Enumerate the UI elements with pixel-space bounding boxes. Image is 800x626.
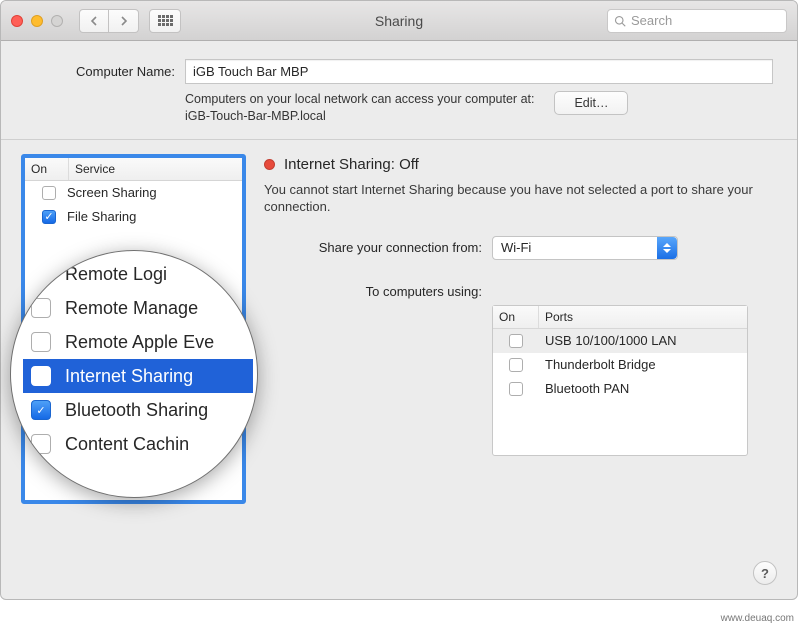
service-label: Internet Sharing bbox=[65, 366, 193, 387]
service-label: Remote Manage bbox=[65, 298, 198, 319]
service-checkbox[interactable] bbox=[31, 332, 51, 352]
services-table-header: On Service bbox=[25, 158, 242, 181]
search-icon bbox=[614, 15, 626, 27]
services-header-on: On bbox=[25, 158, 69, 180]
chevron-right-icon bbox=[120, 16, 128, 26]
port-label: Thunderbolt Bridge bbox=[539, 353, 747, 376]
share-from-value: Wi-Fi bbox=[501, 240, 531, 255]
magnifier-overlay: Remote Logi Remote Manage Remote Apple E… bbox=[10, 250, 258, 498]
computer-name-help: Computers on your local network can acce… bbox=[185, 91, 534, 125]
service-checkbox[interactable] bbox=[31, 434, 51, 454]
edit-button[interactable]: Edit… bbox=[554, 91, 628, 115]
search-input[interactable]: Search bbox=[607, 9, 787, 33]
service-checkbox[interactable] bbox=[31, 366, 51, 386]
computer-name-label: Computer Name: bbox=[25, 64, 175, 79]
window-titlebar: Sharing Search bbox=[1, 1, 797, 41]
window-controls bbox=[11, 15, 63, 27]
list-item[interactable]: Remote Apple Eve bbox=[23, 325, 253, 359]
computer-name-field[interactable]: iGB Touch Bar MBP bbox=[185, 59, 773, 84]
port-label: USB 10/100/1000 LAN bbox=[539, 329, 747, 352]
port-row[interactable]: Bluetooth PAN bbox=[493, 377, 747, 401]
watermark: www.deuaq.com bbox=[721, 613, 794, 624]
service-detail: Internet Sharing: Off You cannot start I… bbox=[264, 154, 777, 560]
grid-icon bbox=[158, 15, 173, 26]
list-item[interactable]: Content Cachin bbox=[23, 427, 253, 461]
computer-name-value: iGB Touch Bar MBP bbox=[193, 64, 308, 79]
list-item[interactable]: Remote Logi bbox=[23, 257, 253, 291]
service-row[interactable]: ✓ File Sharing bbox=[25, 205, 242, 229]
service-label: Bluetooth Sharing bbox=[65, 400, 208, 421]
service-checkbox[interactable]: ✓ bbox=[31, 400, 51, 420]
ports-header-ports: Ports bbox=[539, 306, 747, 328]
service-row[interactable]: Screen Sharing bbox=[25, 181, 242, 205]
back-button[interactable] bbox=[79, 9, 109, 33]
services-header-service: Service bbox=[69, 158, 242, 180]
search-placeholder: Search bbox=[631, 13, 672, 28]
chevron-left-icon bbox=[90, 16, 98, 26]
zoom-window-button[interactable] bbox=[51, 15, 63, 27]
computer-name-section: Computer Name: iGB Touch Bar MBP Compute… bbox=[1, 41, 797, 140]
port-row[interactable]: USB 10/100/1000 LAN bbox=[493, 329, 747, 353]
ports-header-on: On bbox=[493, 306, 539, 328]
port-row[interactable]: Thunderbolt Bridge bbox=[493, 353, 747, 377]
status-description: You cannot start Internet Sharing becaus… bbox=[264, 181, 777, 216]
ports-table[interactable]: On Ports USB 10/100/1000 LAN Thunderbolt… bbox=[492, 305, 748, 456]
forward-button[interactable] bbox=[109, 9, 139, 33]
share-from-label: Share your connection from: bbox=[264, 240, 482, 255]
share-from-popup[interactable]: Wi-Fi bbox=[492, 236, 678, 260]
service-checkbox[interactable] bbox=[31, 264, 51, 284]
service-label: Content Cachin bbox=[65, 434, 189, 455]
list-item-internet-sharing[interactable]: Internet Sharing bbox=[23, 359, 253, 393]
service-label: Remote Logi bbox=[65, 264, 167, 285]
status-label: Internet Sharing: Off bbox=[284, 156, 419, 173]
port-label: Bluetooth PAN bbox=[539, 377, 747, 400]
service-label: File Sharing bbox=[67, 209, 136, 224]
show-all-button[interactable] bbox=[149, 9, 181, 33]
service-checkbox[interactable]: ✓ bbox=[42, 210, 56, 224]
port-checkbox[interactable] bbox=[509, 382, 523, 396]
port-checkbox[interactable] bbox=[509, 334, 523, 348]
nav-back-forward bbox=[79, 9, 139, 33]
list-item[interactable]: ✓ Bluetooth Sharing bbox=[23, 393, 253, 427]
ports-header: On Ports bbox=[493, 306, 747, 329]
status-dot-icon bbox=[264, 159, 275, 170]
to-computers-label: To computers using: bbox=[264, 280, 482, 299]
service-label: Screen Sharing bbox=[67, 185, 157, 200]
help-button[interactable]: ? bbox=[753, 561, 777, 585]
port-checkbox[interactable] bbox=[509, 358, 523, 372]
service-label: Remote Apple Eve bbox=[65, 332, 214, 353]
minimize-window-button[interactable] bbox=[31, 15, 43, 27]
close-window-button[interactable] bbox=[11, 15, 23, 27]
status-row: Internet Sharing: Off bbox=[264, 156, 777, 173]
list-item[interactable]: Remote Manage bbox=[23, 291, 253, 325]
service-checkbox[interactable] bbox=[31, 298, 51, 318]
service-checkbox[interactable] bbox=[42, 186, 56, 200]
popup-stepper-icon bbox=[657, 237, 677, 259]
